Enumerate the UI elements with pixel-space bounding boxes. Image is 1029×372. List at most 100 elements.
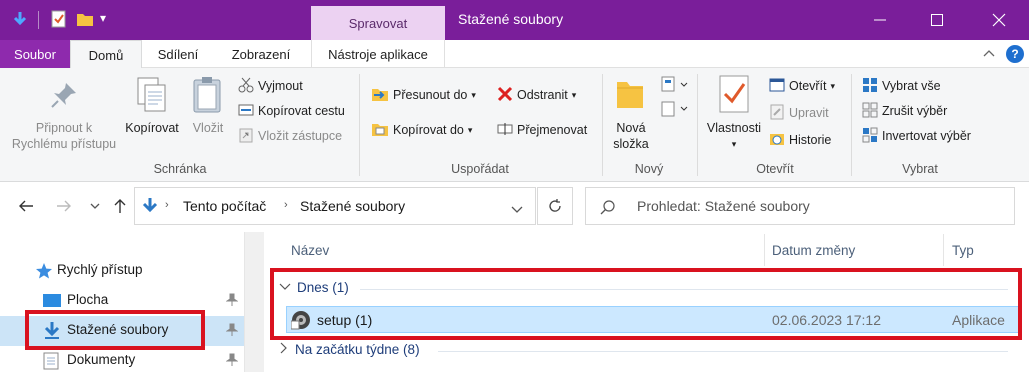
edit-button[interactable]: Upravit	[769, 103, 829, 123]
copy-to-dropdown-icon: ▾	[467, 124, 473, 135]
breadcrumb-chevron-icon[interactable]: ›	[165, 199, 169, 211]
paste-button[interactable]: Vložit	[186, 120, 230, 136]
column-divider[interactable]	[764, 234, 765, 266]
up-button[interactable]	[109, 195, 131, 217]
pin-icon[interactable]	[225, 293, 239, 310]
search-icon	[600, 199, 616, 218]
contextual-tab-header: Spravovat	[311, 6, 445, 40]
rename-button[interactable]: Přejmenovat	[497, 120, 587, 140]
refresh-button[interactable]	[537, 187, 573, 225]
new-folder-button[interactable]: Nová složka	[607, 120, 655, 152]
address-bar[interactable]: › Tento počítač › Stažené soubory	[134, 187, 536, 225]
new-folder-big-icon	[615, 76, 645, 113]
highlight-box-downloads	[25, 310, 205, 350]
collapse-ribbon-icon[interactable]	[982, 46, 996, 63]
properties-dropdown-icon: ▾	[731, 139, 737, 149]
nav-item-label: Plocha	[67, 292, 109, 307]
highlight-box-file-list	[270, 268, 1022, 340]
help-icon[interactable]: ?	[1006, 45, 1024, 63]
chevron-down-icon	[90, 203, 100, 209]
delete-x-icon	[497, 86, 513, 105]
group-header-week[interactable]: Na začátku týdne (8)	[279, 342, 420, 357]
pin-icon	[49, 80, 79, 113]
breadcrumb-downloads[interactable]: Stažené soubory	[300, 198, 405, 214]
group-label-clipboard: Schránka	[153, 162, 207, 176]
copy-path-button[interactable]: Kopírovat cestu	[238, 101, 345, 121]
navigation-pane-scrollbar[interactable]	[244, 232, 264, 372]
ribbon-separator	[851, 74, 852, 176]
invert-selection-label: Invertovat výběr	[882, 129, 971, 143]
search-placeholder: Prohledat: Stažené soubory	[637, 198, 810, 214]
delete-button[interactable]: Odstranit ▾	[497, 85, 576, 105]
tab-view[interactable]: Zobrazení	[216, 40, 306, 68]
paste-shortcut-label: Vložit zástupce	[258, 129, 343, 143]
column-divider[interactable]	[943, 234, 944, 266]
select-none-icon	[862, 102, 878, 121]
minimize-button[interactable]	[857, 0, 903, 40]
history-button[interactable]: Historie	[769, 130, 831, 150]
tab-application-tools[interactable]: Nástroje aplikace	[311, 40, 445, 68]
move-to-label: Přesunout do	[393, 88, 468, 102]
title-bar: ▾ Spravovat Stažené soubory	[0, 0, 1029, 40]
search-box[interactable]: Prohledat: Stažené soubory	[585, 187, 1015, 225]
close-icon	[992, 13, 1006, 27]
pin-label-line1: Připnout k	[35, 121, 93, 135]
copy-to-button[interactable]: Kopírovat do ▾	[371, 120, 472, 140]
cut-button[interactable]: Vyjmout	[238, 76, 303, 96]
new-folder-icon[interactable]	[76, 10, 94, 28]
downloads-location-icon	[141, 197, 159, 218]
qat-customize-dropdown[interactable]: ▾	[100, 11, 106, 25]
close-button[interactable]	[976, 0, 1022, 40]
copy-path-label: Kopírovat cestu	[258, 104, 345, 118]
properties-label: Vlastnosti	[706, 121, 762, 135]
download-arrow-icon[interactable]	[11, 10, 29, 28]
paste-shortcut-button[interactable]: Vložit zástupce	[238, 126, 342, 146]
history-label: Historie	[789, 133, 832, 147]
open-button[interactable]: Otevřít ▾	[769, 76, 835, 96]
open-dropdown-icon: ▾	[830, 80, 836, 91]
pin-icon[interactable]	[225, 323, 239, 340]
invert-selection-button[interactable]: Invertovat výběr	[862, 126, 971, 146]
breadcrumb-this-pc[interactable]: Tento počítač	[183, 198, 266, 214]
column-header-date[interactable]: Datum změny	[772, 243, 855, 258]
breadcrumb-chevron-icon[interactable]: ›	[284, 199, 288, 211]
paste-icon	[192, 76, 224, 117]
document-icon	[43, 352, 59, 372]
move-to-button[interactable]: Přesunout do ▾	[371, 85, 476, 105]
nav-item-label: Dokumenty	[67, 352, 136, 367]
recent-locations-button[interactable]	[84, 195, 106, 217]
select-all-label: Vybrat vše	[882, 79, 941, 93]
new-item-icon[interactable]	[661, 76, 691, 97]
pin-icon[interactable]	[225, 353, 239, 370]
forward-arrow-icon	[57, 200, 71, 212]
nav-item-quick-access[interactable]: Rychlý přístup	[0, 256, 244, 286]
column-header-type[interactable]: Typ	[952, 243, 974, 258]
paste-shortcut-icon	[238, 127, 254, 146]
group-divider-line	[438, 351, 1008, 352]
forward-button[interactable]	[53, 195, 75, 217]
move-to-icon	[371, 85, 389, 106]
open-label: Otevřít	[789, 79, 827, 93]
tab-home[interactable]: Domů	[70, 40, 142, 69]
properties-icon[interactable]	[50, 10, 68, 28]
copy-to-icon	[371, 120, 389, 141]
copy-button[interactable]: Kopírovat	[120, 120, 184, 136]
copy-icon	[136, 76, 168, 117]
nav-item-label: Rychlý přístup	[57, 262, 143, 277]
tab-file[interactable]: Soubor	[0, 40, 70, 68]
maximize-button[interactable]	[914, 0, 960, 40]
tab-share[interactable]: Sdílení	[142, 40, 214, 68]
select-all-button[interactable]: Vybrat vše	[862, 76, 941, 96]
window-title: Stažené soubory	[458, 11, 564, 27]
pin-quick-access-button[interactable]: Připnout k Rychlému přístupu	[5, 120, 123, 152]
select-none-button[interactable]: Zrušit výběr	[862, 101, 947, 121]
navigation-pane: Rychlý přístup Plocha Stažené soubory Do…	[0, 232, 244, 372]
properties-button[interactable]: Vlastnosti ▾	[703, 120, 765, 152]
address-dropdown-icon[interactable]	[511, 202, 523, 217]
ribbon-separator	[359, 74, 360, 176]
column-header-name[interactable]: Název	[291, 243, 329, 258]
up-arrow-icon	[114, 199, 126, 213]
easy-access-icon[interactable]	[661, 100, 691, 121]
back-button[interactable]	[15, 195, 37, 217]
ribbon-separator	[602, 74, 603, 176]
